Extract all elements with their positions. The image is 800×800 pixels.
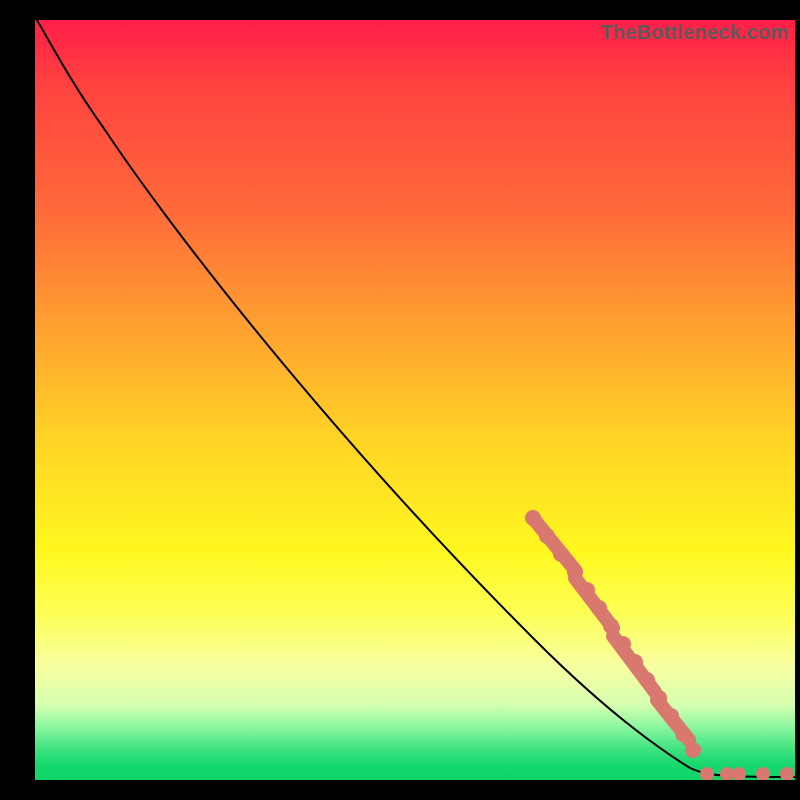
data-dot bbox=[539, 528, 555, 544]
plot-area: TheBottleneck.com bbox=[35, 20, 795, 780]
main-curve bbox=[37, 20, 795, 777]
data-dot bbox=[615, 636, 631, 652]
data-dot bbox=[603, 618, 619, 634]
data-dot bbox=[627, 654, 643, 670]
bottom-dot bbox=[700, 767, 714, 780]
data-dot bbox=[591, 600, 607, 616]
data-dot bbox=[567, 564, 583, 580]
data-dot bbox=[553, 546, 569, 562]
bottom-dot bbox=[756, 767, 770, 780]
chart-frame: TheBottleneck.com bbox=[0, 0, 800, 800]
data-dot bbox=[579, 582, 595, 598]
data-dot bbox=[685, 742, 701, 758]
data-dot bbox=[663, 708, 679, 724]
bottom-dot bbox=[732, 767, 746, 780]
data-dot bbox=[525, 510, 541, 526]
bottom-dot bbox=[720, 767, 734, 780]
highlight-segment-1 bbox=[533, 518, 575, 570]
data-dot bbox=[651, 690, 667, 706]
data-dot bbox=[639, 672, 655, 688]
bottom-dot bbox=[780, 767, 794, 780]
data-dot bbox=[675, 726, 691, 742]
chart-overlay bbox=[35, 20, 795, 780]
